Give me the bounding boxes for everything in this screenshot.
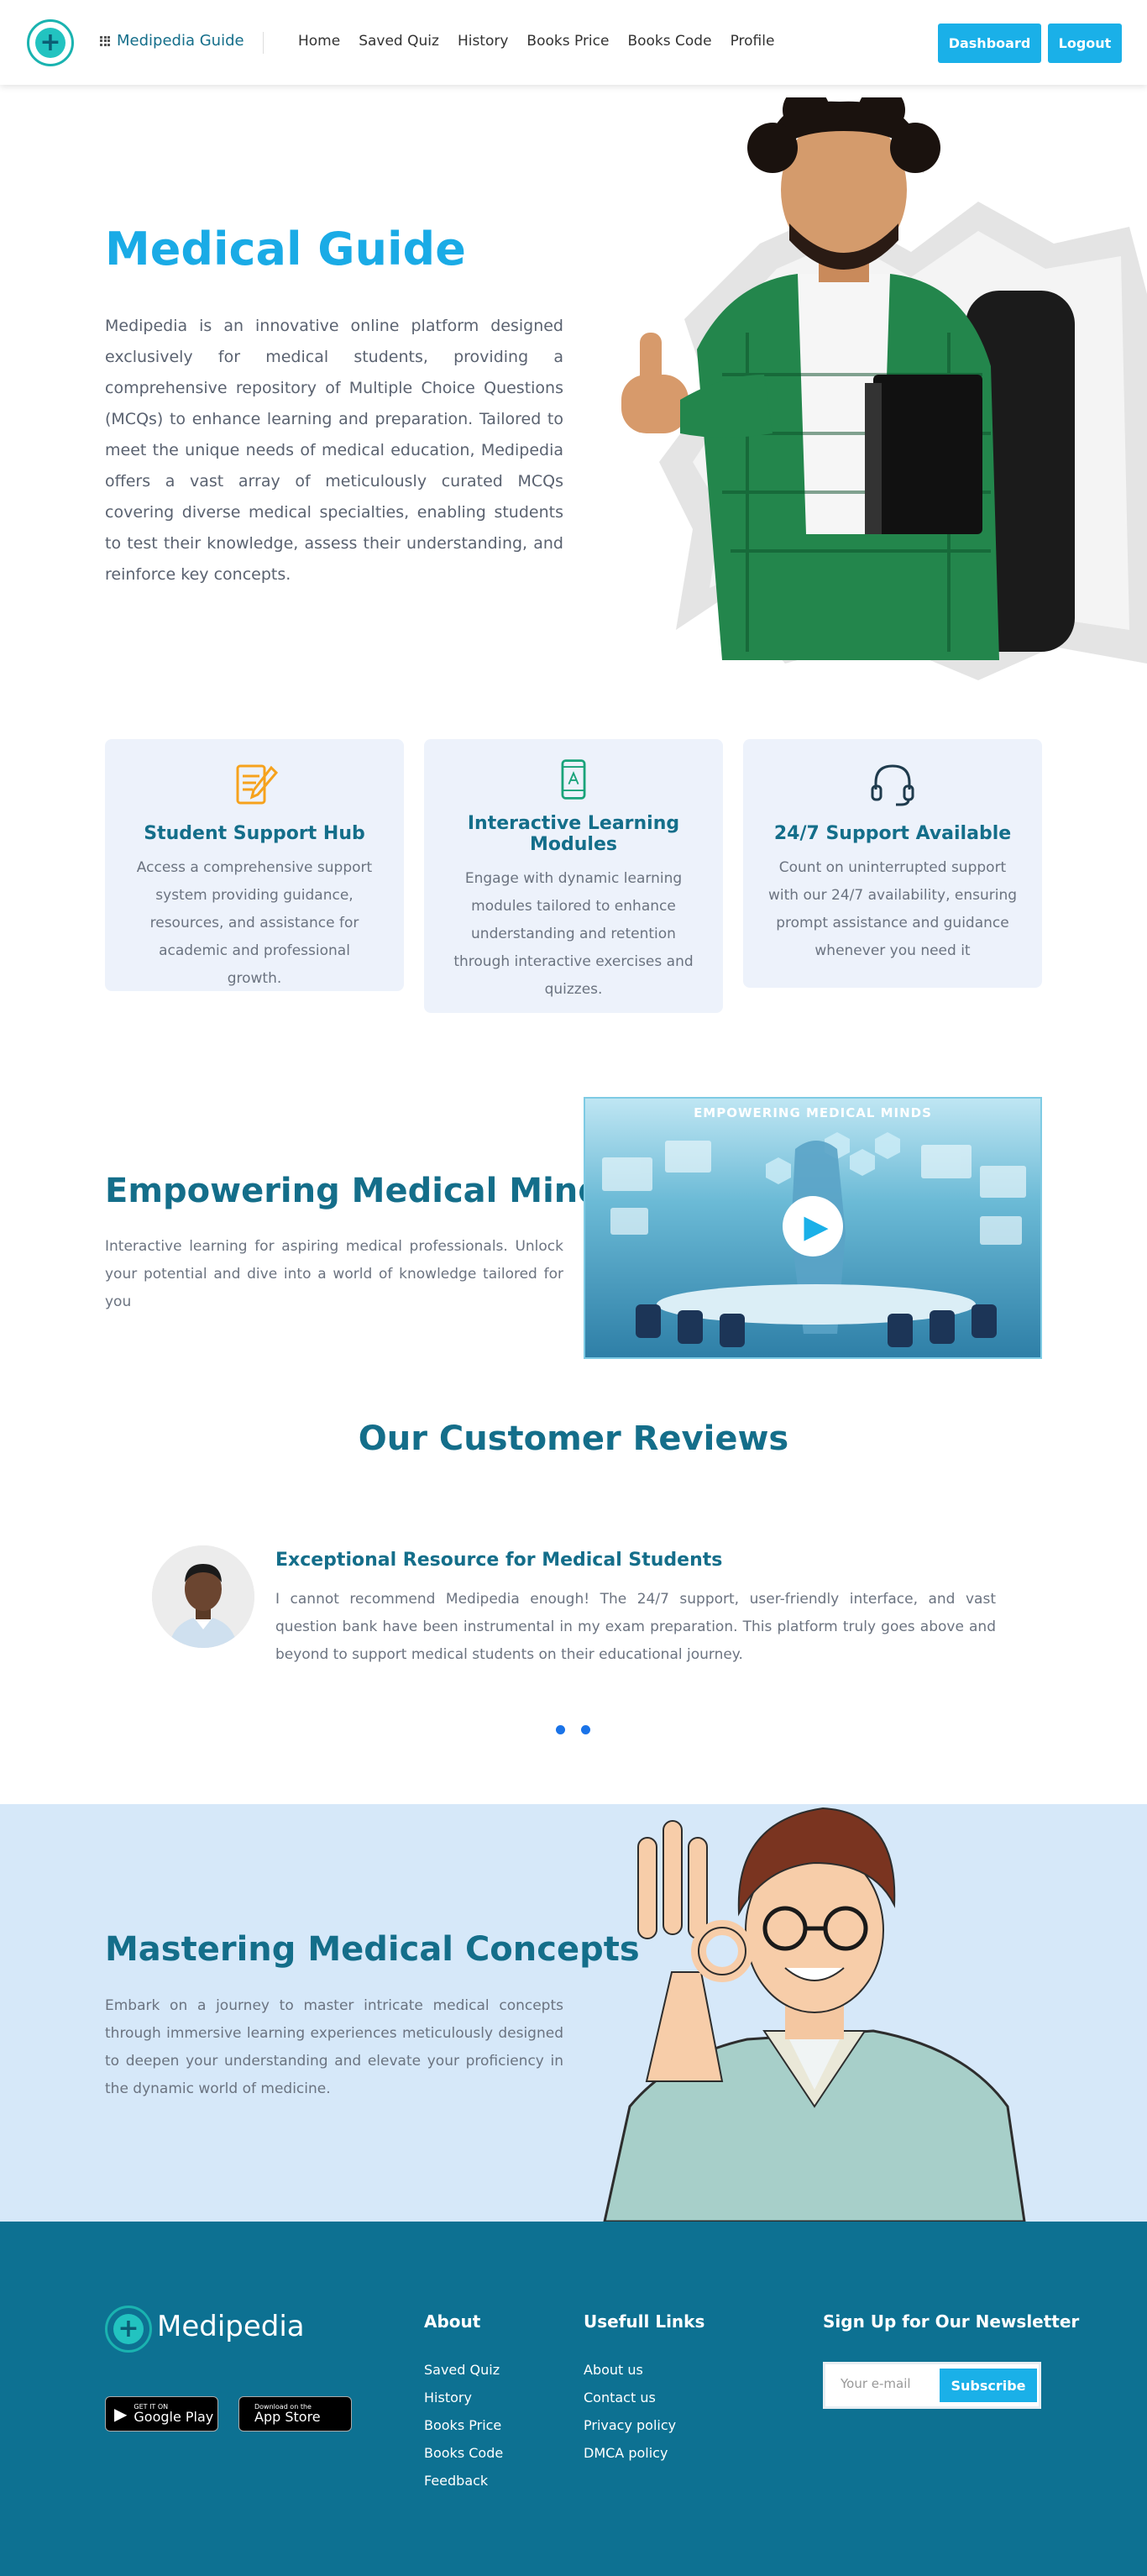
feature-text: Access a comprehensive support system pr… [136, 859, 373, 987]
play-icon[interactable]: ▶ [783, 1196, 843, 1257]
nav-books-price[interactable]: Books Price [526, 33, 609, 50]
google-play-big: Google Play [134, 2409, 214, 2425]
empower-text: Interactive learning for aspiring medica… [105, 1238, 563, 1310]
footer-link-history[interactable]: History [424, 2390, 472, 2405]
feature-card-24-7: 24/7 Support Available Count on uninterr… [743, 739, 1042, 988]
student-image [621, 97, 1075, 660]
footer-link-books-code[interactable]: Books Code [424, 2445, 503, 2461]
nav-history[interactable]: History [458, 33, 508, 50]
feature-text: Engage with dynamic learning modules tai… [453, 870, 694, 998]
logout-button[interactable]: Logout [1048, 24, 1122, 63]
review-text: I cannot recommend Medipedia enough! The… [275, 1591, 996, 1663]
carousel-dot-2[interactable] [581, 1725, 590, 1734]
nav-home[interactable]: Home [298, 33, 340, 50]
divider [263, 32, 264, 54]
footer-link-feedback[interactable]: Feedback [424, 2473, 488, 2489]
app-store-big: App Store [254, 2409, 321, 2425]
headset-icon [871, 764, 914, 806]
subscribe-button[interactable]: Subscribe [940, 2369, 1037, 2402]
dashboard-button[interactable]: Dashboard [938, 24, 1041, 63]
footer-link-contact-us[interactable]: Contact us [584, 2390, 656, 2405]
hero-description: Medipedia is an innovative online platfo… [105, 317, 563, 584]
review-heading: Exceptional Resource for Medical Student… [275, 1550, 723, 1571]
feature-title: Interactive Learning Modules [467, 813, 680, 855]
footer-link-about-us[interactable]: About us [584, 2362, 643, 2378]
footer-brand: Medipedia [157, 2310, 305, 2343]
ok-gesture-illustration [603, 1807, 1026, 2222]
footer-logo-icon[interactable]: + [105, 2306, 152, 2353]
footer-link-privacy-policy[interactable]: Privacy policy [584, 2417, 676, 2433]
carousel-dot-1[interactable] [556, 1725, 565, 1734]
hero-title: Medical Guide [105, 223, 466, 275]
logo-icon[interactable]: + [27, 19, 74, 66]
footer-useful-heading: Usefull Links [584, 2311, 705, 2332]
app-store-badge[interactable]: Download on the App Store [238, 2396, 352, 2432]
footer-link-dmca-policy[interactable]: DMCA policy [584, 2445, 668, 2461]
feature-text: Count on uninterrupted support with our … [768, 859, 1018, 959]
google-play-badge[interactable]: ▶ GET IT ON Google Play [105, 2396, 218, 2432]
reviewer-avatar [152, 1545, 254, 1648]
nav-books-code[interactable]: Books Code [627, 33, 711, 50]
feature-title: 24/7 Support Available [773, 823, 1012, 844]
footer-link-books-price[interactable]: Books Price [424, 2417, 501, 2433]
main-nav: Home Saved Quiz History Books Price Book… [298, 33, 793, 50]
footer-about-heading: About [424, 2311, 481, 2332]
reviews-title: Our Customer Reviews [358, 1419, 789, 1458]
nav-profile[interactable]: Profile [731, 33, 775, 50]
footer-link-saved-quiz[interactable]: Saved Quiz [424, 2362, 500, 2378]
feature-card-support: Student Support Hub Access a comprehensi… [105, 739, 404, 991]
brand-link[interactable]: Medipedia Guide [100, 32, 244, 50]
feature-title: Student Support Hub [144, 823, 365, 844]
brand-label: Medipedia Guide [117, 32, 244, 50]
mobile-book-icon [561, 759, 586, 800]
mastering-title: Mastering Medical Concepts [105, 1930, 640, 1969]
site-header: + Medipedia Guide Home Saved Quiz Histor… [0, 0, 1147, 85]
video-caption: EMPOWERING MEDICAL MINDS [694, 1105, 932, 1120]
newsletter-heading: Sign Up for Our Newsletter [823, 2311, 1080, 2332]
newsletter-form: Your e-mail Subscribe [823, 2362, 1041, 2409]
empower-title: Empowering Medical Minds [105, 1172, 622, 1210]
mastering-text: Embark on a journey to master intricate … [105, 1997, 563, 2097]
google-play-icon: ▶ [114, 2404, 128, 2424]
grid-icon [100, 35, 110, 46]
nav-saved-quiz[interactable]: Saved Quiz [359, 33, 439, 50]
document-pen-icon [236, 764, 279, 805]
feature-card-learning: Interactive Learning Modules Engage with… [424, 739, 723, 1013]
video-player[interactable]: EMPOWERING MEDICAL MINDS ▶ [584, 1097, 1042, 1359]
email-input[interactable]: Your e-mail [841, 2376, 911, 2391]
